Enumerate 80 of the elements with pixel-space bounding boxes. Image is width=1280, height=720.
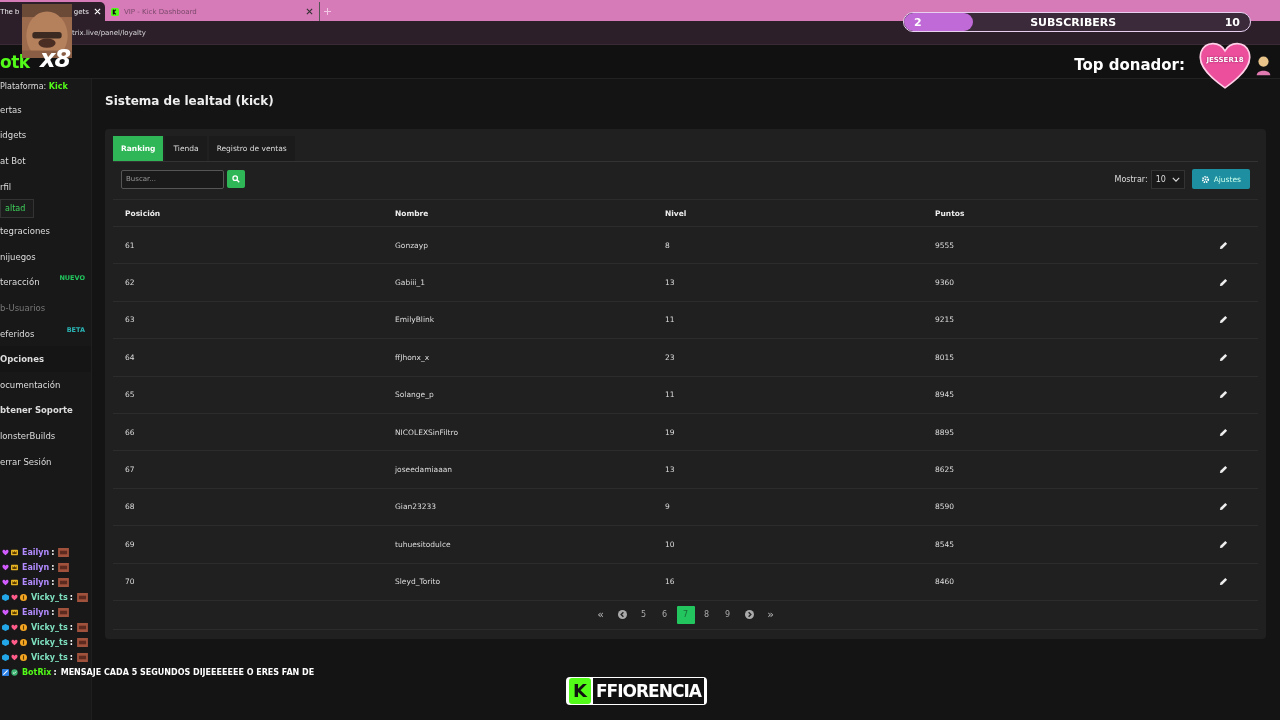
- crown-icon: [11, 564, 18, 571]
- sidebar-item[interactable]: lonsterBuilds: [0, 423, 91, 449]
- chat-username: Vicky_ts: [31, 593, 68, 602]
- k-icon: [111, 7, 119, 16]
- chat-separator: :: [51, 563, 55, 572]
- chat-username: Eailyn: [22, 563, 50, 572]
- edit-icon[interactable]: [1219, 539, 1228, 549]
- chat-separator: :: [69, 638, 73, 647]
- caret-icon: [1171, 176, 1180, 182]
- edit-icon[interactable]: [1219, 315, 1228, 325]
- chat-message: MENSAJE CADA 5 SEGUNDOS DIJEEEEEEE O ERES FAN DE: [60, 668, 315, 677]
- page-title: Sistema de lealtad (kick): [105, 94, 275, 108]
- chat-username: Eailyn: [22, 608, 50, 617]
- edit-icon[interactable]: [1219, 427, 1228, 437]
- platform-label: Plataforma:: [0, 82, 47, 91]
- page-button[interactable]: 5: [634, 605, 653, 624]
- coin-icon: [20, 639, 27, 646]
- chat-separator: :: [53, 668, 57, 677]
- last-page-button[interactable]: »: [761, 605, 780, 624]
- avatar-icon: [1255, 54, 1272, 76]
- sidebar-item[interactable]: at Bot: [0, 148, 91, 174]
- first-page-button[interactable]: «: [591, 605, 610, 624]
- coin-icon: [20, 594, 27, 601]
- coin-icon: [20, 624, 27, 631]
- chat-separator: :: [51, 608, 55, 617]
- kick-logo: K: [569, 678, 591, 704]
- gear-icon: [1200, 174, 1210, 184]
- chat-username: Eailyn: [22, 578, 50, 587]
- heart-icon: [11, 639, 18, 646]
- sidebar-item[interactable]: errar Sesión: [0, 448, 91, 475]
- chat-separator: :: [69, 653, 73, 662]
- chat-separator: :: [69, 593, 73, 602]
- page-size-select[interactable]: 10: [1150, 169, 1185, 189]
- logo: otk: [0, 51, 30, 72]
- edit-icon[interactable]: [1219, 240, 1228, 250]
- heart-icon: [11, 594, 18, 601]
- chat-username: Eailyn: [22, 548, 50, 557]
- chat-username: Vicky_ts: [31, 653, 68, 662]
- sidebar-item[interactable]: tegraciones: [0, 218, 91, 244]
- page-button[interactable]: 8: [697, 605, 716, 624]
- search-icon: [232, 175, 240, 183]
- crown-icon: [11, 579, 18, 586]
- sidebar-item[interactable]: ertas: [0, 97, 91, 123]
- sidebar-item[interactable]: idgets: [0, 122, 91, 149]
- chat-separator: :: [51, 578, 55, 587]
- goal-target: 10: [1224, 15, 1240, 29]
- crown-icon: [11, 609, 18, 616]
- chat-username: Vicky_ts: [31, 623, 68, 632]
- edit-icon[interactable]: [1219, 465, 1228, 475]
- top-donor-label: Top donador:: [1074, 56, 1185, 74]
- page-button[interactable]: 6: [655, 605, 674, 624]
- multiplier-label: x8: [40, 47, 71, 71]
- search-button[interactable]: [227, 170, 245, 188]
- edit-icon[interactable]: [1219, 278, 1228, 288]
- previous-page-icon[interactable]: [617, 610, 627, 620]
- sidebar-item[interactable]: ocumentación: [0, 371, 91, 398]
- sidebar-item[interactable]: altad: [0, 199, 34, 219]
- edit-icon[interactable]: [1219, 352, 1228, 362]
- next-page-icon[interactable]: [744, 610, 754, 620]
- edit-icon[interactable]: [1219, 577, 1228, 587]
- edit-icon[interactable]: [1219, 390, 1228, 400]
- goal-label: SUBSCRIBERS: [1030, 15, 1117, 29]
- coin-icon: [20, 654, 27, 661]
- crown-icon: [11, 549, 18, 556]
- chat-username: Vicky_ts: [31, 638, 68, 647]
- sidebar-item[interactable]: nijuegos: [0, 243, 91, 270]
- check-icon: [11, 669, 18, 676]
- edit-icon[interactable]: [1219, 502, 1228, 512]
- sidebar-item[interactable]: rfil: [0, 173, 91, 200]
- chat-username: BotRix: [22, 668, 52, 677]
- platform-name: Kick: [48, 82, 68, 91]
- streamer-name: FFIORENCIA: [593, 678, 704, 704]
- chat-separator: :: [51, 548, 55, 557]
- chat-separator: :: [69, 623, 73, 632]
- goal-current: 2: [914, 15, 922, 29]
- heart-icon: [11, 654, 18, 661]
- heart-icon: [11, 624, 18, 631]
- page-button[interactable]: 9: [718, 605, 737, 624]
- show-label: Mostrar:: [1114, 174, 1148, 184]
- sidebar-item[interactable]: btener Soporte: [0, 397, 91, 424]
